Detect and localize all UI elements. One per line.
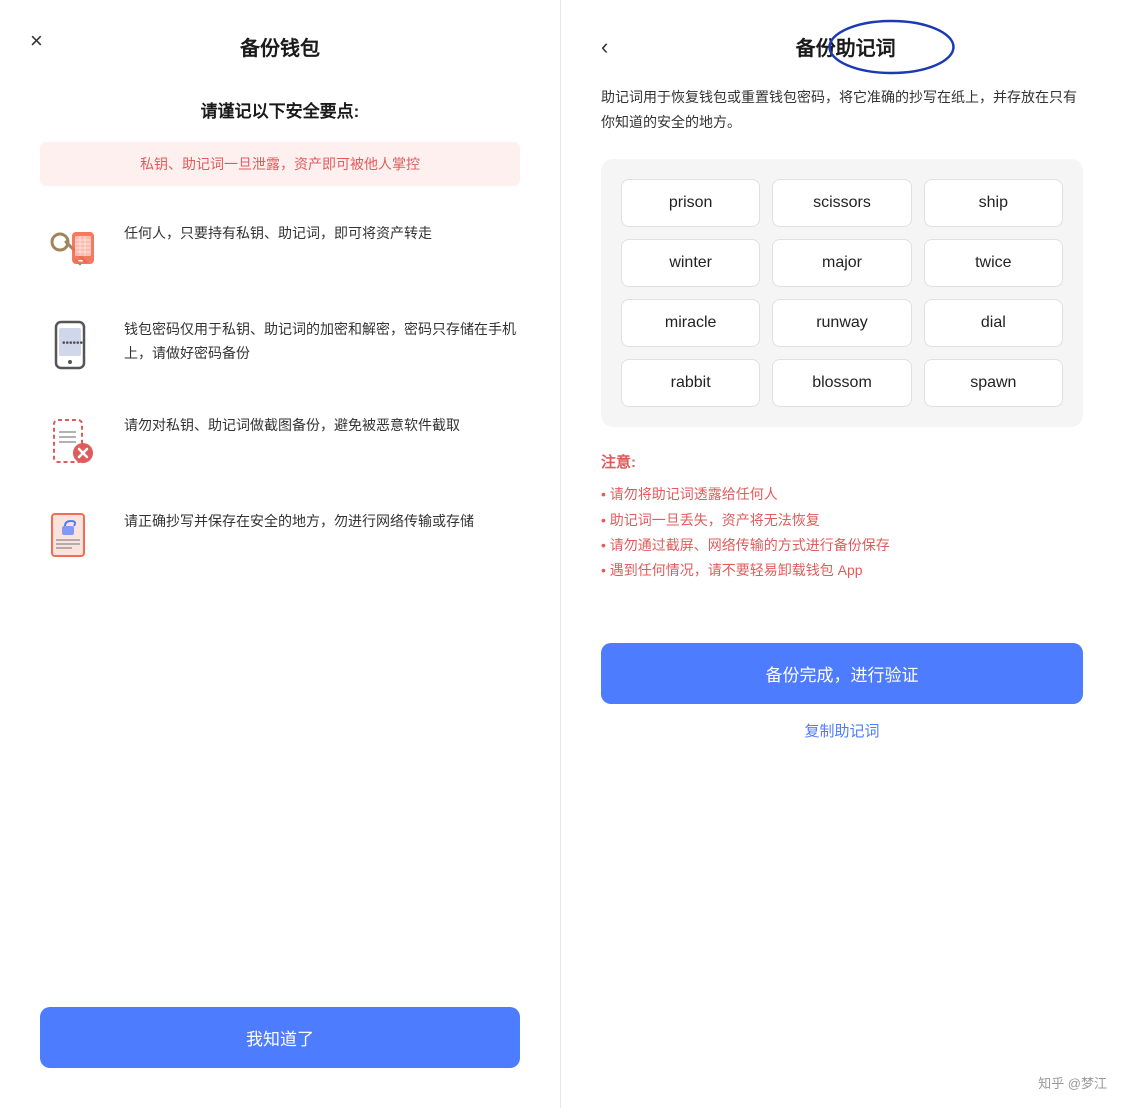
left-title: 备份钱包 [40,32,520,61]
mnemonic-word-5: major [772,239,911,287]
security-item-1: 任何人，只要持有私钥、助记词，即可将资产转走 [40,218,520,282]
phone-password-icon: •••••• [40,314,104,378]
copy-mnemonic-link[interactable]: 复制助记词 [601,720,1083,741]
right-panel: ‹ 备份助记词 助记词用于恢复钱包或重置钱包密码，将它准确的抄写在纸上，并存放在… [561,0,1123,1108]
mnemonic-word-3: ship [924,179,1063,227]
mnemonic-word-10: rabbit [621,359,760,407]
left-subtitle: 请谨记以下安全要点: [40,97,520,122]
key-phone-icon [40,218,104,282]
security-text-3: 请勿对私钥、助记词做截图备份，避免被恶意软件截取 [124,410,460,438]
warning-banner: 私钥、助记词一旦泄露，资产即可被他人掌控 [40,142,520,186]
mnemonic-word-7: miracle [621,299,760,347]
notes-title: 注意: [601,451,1083,472]
left-panel: × 备份钱包 请谨记以下安全要点: 私钥、助记词一旦泄露，资产即可被他人掌控 [0,0,561,1108]
mnemonic-word-8: runway [772,299,911,347]
security-item-3: 请勿对私钥、助记词做截图备份，避免被恶意软件截取 [40,410,520,474]
mnemonic-word-2: scissors [772,179,911,227]
notes-list: • 请勿将助记词透露给任何人• 助记词一旦丢失，资产将无法恢复• 请勿通过截屏、… [601,482,1083,583]
back-button[interactable]: ‹ [601,36,608,58]
right-desc: 助记词用于恢复钱包或重置钱包密码，将它准确的抄写在纸上，并存放在只有你知道的安全… [601,85,1083,135]
security-item-4: 请正确抄写并保存在安全的地方，勿进行网络传输或存储 [40,506,520,570]
warning-text: 私钥、助记词一旦泄露，资产即可被他人掌控 [140,156,420,172]
svg-text:••••••: •••••• [62,338,84,349]
close-button[interactable]: × [30,30,43,52]
verify-button[interactable]: 备份完成，进行验证 [601,643,1083,704]
security-text-2: 钱包密码仅用于私钥、助记词的加密和解密，密码只存储在手机上，请做好密码备份 [124,314,520,366]
mnemonic-grid: prisonscissors ship wintermajor twice miracl… [601,159,1083,427]
mnemonic-word-1: prison [621,179,760,227]
right-header: ‹ 备份助记词 [601,32,1083,61]
note-item-1: • 请勿将助记词透露给任何人 [601,482,1083,507]
note-item-3: • 请勿通过截屏、网络传输的方式进行备份保存 [601,533,1083,558]
right-title: 备份助记词 [608,32,1083,61]
security-item-2: •••••• 钱包密码仅用于私钥、助记词的加密和解密，密码只存储在手机上，请做好… [40,314,520,378]
security-text-1: 任何人，只要持有私钥、助记词，即可将资产转走 [124,218,432,246]
mnemonic-word-12: spawn [924,359,1063,407]
mnemonic-word-11: blossom [772,359,911,407]
document-icon [40,506,104,570]
note-item-2: • 助记词一旦丢失，资产将无法恢复 [601,508,1083,533]
watermark: 知乎 @梦江 [1038,1073,1107,1092]
acknowledge-button[interactable]: 我知道了 [40,1007,520,1068]
screenshot-icon [40,410,104,474]
note-item-4: • 遇到任何情况，请不要轻易卸载钱包 App [601,558,1083,583]
mnemonic-word-9: dial [924,299,1063,347]
mnemonic-word-6: twice [924,239,1063,287]
security-text-4: 请正确抄写并保存在安全的地方，勿进行网络传输或存储 [124,506,474,534]
mnemonic-word-4: winter [621,239,760,287]
